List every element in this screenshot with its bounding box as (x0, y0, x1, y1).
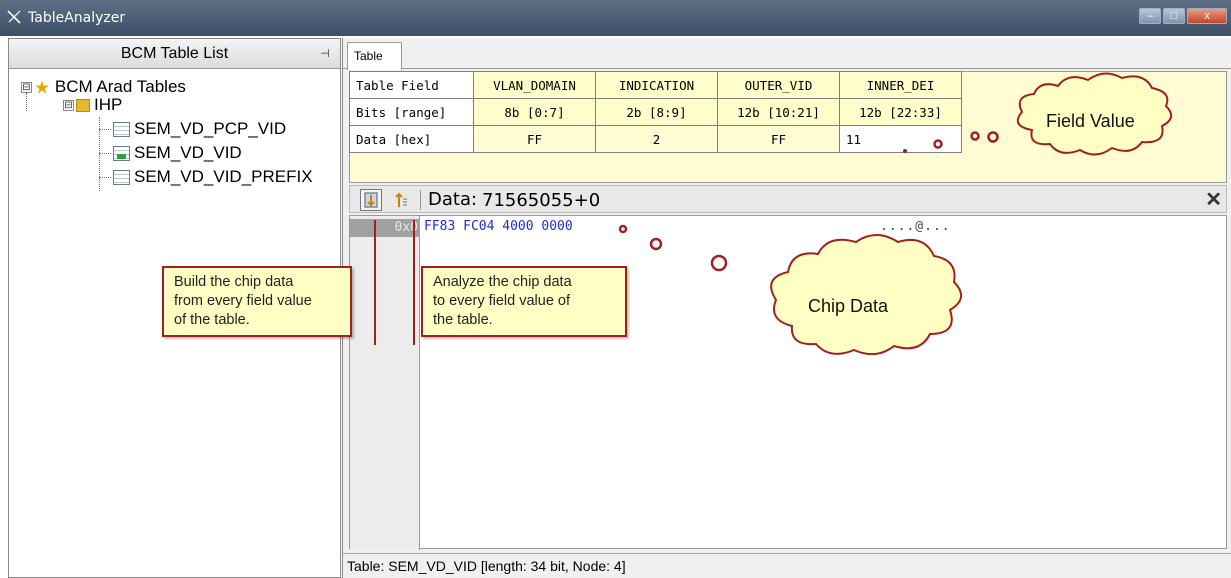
annotation-clouds: Field Value Chip Data (618, 72, 1173, 356)
cloud-bubble (933, 139, 943, 149)
chip-data-label: Chip Data (808, 296, 889, 316)
chip-data-cloud: Chip Data (770, 234, 962, 356)
cloud-bubble (903, 149, 907, 153)
cloud-bubble (987, 131, 999, 143)
field-value-label: Field Value (1046, 111, 1135, 131)
cloud-bubble (618, 224, 628, 234)
cloud-bubble (649, 237, 663, 251)
field-value-cloud: Field Value (1016, 72, 1173, 156)
cloud-bubble (710, 254, 728, 272)
cloud-bubble (970, 131, 980, 141)
